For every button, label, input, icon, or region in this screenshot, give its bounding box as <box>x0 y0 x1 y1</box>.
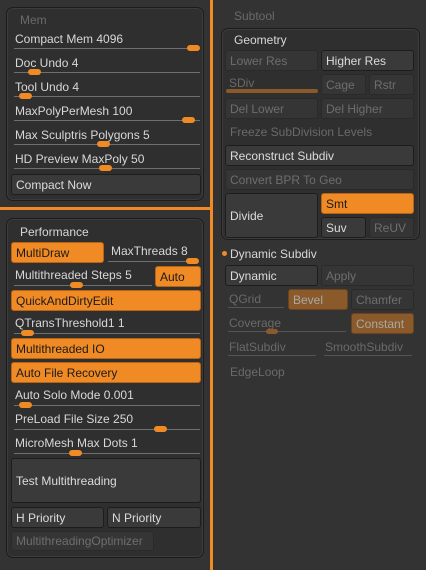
multithreaded-steps-label: Multithreaded Steps 5 <box>15 268 132 282</box>
auto-solo-mode-track[interactable] <box>14 405 200 406</box>
edgeloop-button[interactable]: EdgeLoop <box>225 362 414 382</box>
dynamic-subdiv-indicator-icon <box>222 251 227 256</box>
coverage-track[interactable] <box>228 331 346 332</box>
qgrid-track[interactable] <box>228 307 284 308</box>
tool-undo-knob[interactable] <box>19 93 33 99</box>
cage-button[interactable]: Cage <box>321 74 366 95</box>
divide-button[interactable]: Divide <box>225 193 318 238</box>
h-priority-button[interactable]: H Priority <box>11 507 104 528</box>
max-poly-per-mesh-knob[interactable] <box>181 117 195 123</box>
chamfer-button[interactable]: Chamfer <box>351 289 414 310</box>
multithreaded-steps-knob[interactable] <box>70 282 84 288</box>
performance-title[interactable]: Performance <box>20 225 89 239</box>
higher-res-button[interactable]: Higher Res <box>321 50 414 71</box>
coverage-knob[interactable] <box>266 329 278 334</box>
quick-and-dirty-edit-button[interactable]: QuickAndDirtyEdit <box>11 290 201 311</box>
multithreaded-steps-track[interactable] <box>14 285 152 286</box>
qtrans-threshold-track[interactable] <box>14 333 200 334</box>
max-threads-label: MaxThreads 8 <box>111 244 188 258</box>
micromesh-max-dots-label: MicroMesh Max Dots 1 <box>15 436 138 450</box>
flatsubdiv-track[interactable] <box>228 355 316 356</box>
smt-button[interactable]: Smt <box>321 193 414 214</box>
qgrid-label: QGrid <box>229 292 262 306</box>
reconstruct-subdiv-button[interactable]: Reconstruct Subdiv <box>225 145 414 166</box>
auto-file-recovery-button[interactable]: Auto File Recovery <box>11 362 201 383</box>
geometry-title[interactable]: Geometry <box>234 33 287 47</box>
mem-title[interactable]: Mem <box>20 13 47 27</box>
constant-button[interactable]: Constant <box>351 313 414 334</box>
del-higher-button[interactable]: Del Higher <box>321 98 414 119</box>
compact-mem-label: Compact Mem 4096 <box>15 32 124 46</box>
del-lower-button[interactable]: Del Lower <box>225 98 318 119</box>
auto-solo-mode-label: Auto Solo Mode 0.001 <box>15 388 134 402</box>
smoothsubdiv-label: SmoothSubdiv <box>325 340 404 354</box>
flatsubdiv-label: FlatSubdiv <box>229 340 286 354</box>
tool-undo-track[interactable] <box>14 96 200 97</box>
dynamic-button[interactable]: Dynamic <box>225 265 318 286</box>
auto-button[interactable]: Auto <box>155 266 201 287</box>
compact-mem-track[interactable] <box>14 48 200 49</box>
max-sculptris-polygons-label: Max Sculptris Polygons 5 <box>15 128 150 142</box>
hd-preview-maxpoly-label: HD Preview MaxPoly 50 <box>15 152 145 166</box>
doc-undo-track[interactable] <box>14 72 200 73</box>
qtrans-threshold-label: QTransThreshold1 1 <box>15 316 125 330</box>
rstr-button[interactable]: Rstr <box>369 74 414 95</box>
preload-file-size-knob[interactable] <box>154 426 168 432</box>
max-sculptris-polygons-knob[interactable] <box>97 141 111 147</box>
sdiv-fill[interactable] <box>226 89 318 93</box>
lower-res-button[interactable]: Lower Res <box>225 50 318 71</box>
auto-solo-mode-knob[interactable] <box>19 402 33 408</box>
doc-undo-label: Doc Undo 4 <box>15 56 79 70</box>
multithreaded-io-button[interactable]: Multithreaded IO <box>11 338 201 359</box>
doc-undo-knob[interactable] <box>27 69 41 75</box>
qtrans-threshold-knob[interactable] <box>20 330 34 336</box>
preload-file-size-track[interactable] <box>14 429 200 430</box>
smoothsubdiv-track[interactable] <box>324 355 412 356</box>
tool-undo-label: Tool Undo 4 <box>15 80 80 94</box>
multithreading-optimizer-button[interactable]: MultithreadingOptimizer <box>11 531 154 551</box>
dynamic-subdiv-title[interactable]: Dynamic Subdiv <box>230 247 317 261</box>
micromesh-max-dots-track[interactable] <box>14 453 200 454</box>
suv-button[interactable]: Suv <box>321 217 366 238</box>
max-poly-per-mesh-label: MaxPolyPerMesh 100 <box>15 104 133 118</box>
compact-now-button[interactable]: Compact Now <box>11 174 201 195</box>
sdiv-label: SDiv <box>229 76 255 90</box>
n-priority-button[interactable]: N Priority <box>107 507 201 528</box>
preload-file-size-label: PreLoad File Size 250 <box>15 412 134 426</box>
compact-mem-knob[interactable] <box>187 45 200 51</box>
freeze-subdivision-levels-button[interactable]: Freeze SubDivision Levels <box>225 122 414 142</box>
multidraw-button[interactable]: MultiDraw <box>11 242 104 263</box>
subtool-title[interactable]: Subtool <box>234 9 275 23</box>
coverage-label: Coverage <box>229 316 282 330</box>
max-poly-per-mesh-track[interactable] <box>14 120 200 121</box>
reuv-button[interactable]: ReUV <box>369 217 414 238</box>
bevel-button[interactable]: Bevel <box>288 289 348 310</box>
panel-divider-vertical <box>210 0 213 570</box>
test-multithreading-button[interactable]: Test Multithreading <box>11 458 201 503</box>
apply-button[interactable]: Apply <box>321 265 414 286</box>
max-threads-knob[interactable] <box>186 258 199 264</box>
convert-bpr-to-geo-button[interactable]: Convert BPR To Geo <box>225 169 414 190</box>
micromesh-max-dots-knob[interactable] <box>69 450 83 456</box>
hd-preview-maxpoly-knob[interactable] <box>98 165 112 171</box>
panel-divider-horizontal <box>0 207 210 210</box>
